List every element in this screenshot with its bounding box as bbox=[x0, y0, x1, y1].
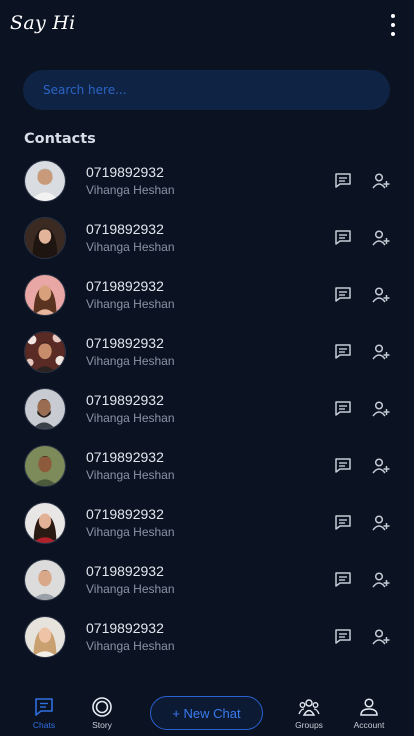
add-contact-icon[interactable] bbox=[371, 171, 391, 191]
bottom-nav: Chats Story + New Chat Groups Account bbox=[0, 688, 414, 736]
contact-phone: 0719892932 bbox=[86, 278, 164, 294]
add-contact-icon[interactable] bbox=[371, 285, 391, 305]
nav-chats-label: Chats bbox=[32, 720, 56, 730]
contact-row[interactable]: 0719892932 Vihanga Heshan bbox=[0, 215, 414, 272]
contact-phone: 0719892932 bbox=[86, 335, 164, 351]
contact-row[interactable]: 0719892932 Vihanga Heshan bbox=[0, 329, 414, 386]
message-icon[interactable] bbox=[333, 570, 353, 590]
avatar bbox=[24, 616, 66, 658]
contact-phone: 0719892932 bbox=[86, 620, 164, 636]
message-icon[interactable] bbox=[333, 456, 353, 476]
nav-account[interactable]: Account bbox=[347, 696, 391, 734]
new-chat-button[interactable]: + New Chat bbox=[150, 696, 263, 730]
contact-name: Vihanga Heshan bbox=[86, 639, 175, 653]
avatar bbox=[24, 445, 66, 487]
contact-phone: 0719892932 bbox=[86, 221, 164, 237]
nav-groups-label: Groups bbox=[295, 720, 323, 730]
search-input[interactable] bbox=[23, 70, 390, 110]
contact-row[interactable]: 0719892932 Vihanga Heshan bbox=[0, 500, 414, 557]
contact-row[interactable]: 0719892932 Vihanga Heshan bbox=[0, 557, 414, 614]
add-contact-icon[interactable] bbox=[371, 342, 391, 362]
story-icon bbox=[92, 697, 112, 717]
account-icon bbox=[360, 698, 378, 716]
add-contact-icon[interactable] bbox=[371, 570, 391, 590]
contact-row[interactable]: 0719892932 Vihanga Heshan bbox=[0, 272, 414, 329]
add-contact-icon[interactable] bbox=[371, 456, 391, 476]
add-contact-icon[interactable] bbox=[371, 513, 391, 533]
avatar bbox=[24, 559, 66, 601]
message-icon[interactable] bbox=[333, 627, 353, 647]
avatar bbox=[24, 331, 66, 373]
message-icon[interactable] bbox=[333, 228, 353, 248]
nav-groups[interactable]: Groups bbox=[287, 696, 331, 734]
more-menu-icon[interactable] bbox=[386, 14, 400, 36]
message-icon[interactable] bbox=[333, 399, 353, 419]
chat-icon bbox=[35, 698, 53, 716]
contact-name: Vihanga Heshan bbox=[86, 582, 175, 596]
contact-name: Vihanga Heshan bbox=[86, 240, 175, 254]
contact-row[interactable]: 0719892932 Vihanga Heshan bbox=[0, 158, 414, 215]
message-icon[interactable] bbox=[333, 285, 353, 305]
contact-row[interactable]: 0719892932 Vihanga Heshan bbox=[0, 386, 414, 443]
app-title: Say Hi bbox=[10, 12, 76, 34]
message-icon[interactable] bbox=[333, 342, 353, 362]
nav-account-label: Account bbox=[353, 720, 385, 730]
add-contact-icon[interactable] bbox=[371, 627, 391, 647]
contact-phone: 0719892932 bbox=[86, 506, 164, 522]
avatar bbox=[24, 160, 66, 202]
contact-name: Vihanga Heshan bbox=[86, 297, 175, 311]
contact-name: Vihanga Heshan bbox=[86, 468, 175, 482]
message-icon[interactable] bbox=[333, 513, 353, 533]
add-contact-icon[interactable] bbox=[371, 399, 391, 419]
contact-name: Vihanga Heshan bbox=[86, 525, 175, 539]
message-icon[interactable] bbox=[333, 171, 353, 191]
contact-name: Vihanga Heshan bbox=[86, 183, 175, 197]
nav-chats[interactable]: Chats bbox=[22, 696, 66, 734]
contacts-section-title: Contacts bbox=[24, 131, 96, 147]
contact-phone: 0719892932 bbox=[86, 563, 164, 579]
avatar bbox=[24, 217, 66, 259]
add-contact-icon[interactable] bbox=[371, 228, 391, 248]
contact-name: Vihanga Heshan bbox=[86, 354, 175, 368]
contact-row[interactable]: 0719892932 Vihanga Heshan bbox=[0, 614, 414, 671]
groups-icon bbox=[298, 699, 320, 716]
avatar bbox=[24, 388, 66, 430]
avatar bbox=[24, 502, 66, 544]
contact-name: Vihanga Heshan bbox=[86, 411, 175, 425]
contact-phone: 0719892932 bbox=[86, 164, 164, 180]
top-bar: Say Hi bbox=[0, 0, 414, 52]
nav-story[interactable]: Story bbox=[80, 696, 124, 734]
contacts-list: 0719892932 Vihanga Heshan 0719892932 Vih… bbox=[0, 158, 414, 671]
contact-row[interactable]: 0719892932 Vihanga Heshan bbox=[0, 443, 414, 500]
nav-story-label: Story bbox=[92, 720, 112, 730]
contact-phone: 0719892932 bbox=[86, 392, 164, 408]
avatar bbox=[24, 274, 66, 316]
contact-phone: 0719892932 bbox=[86, 449, 164, 465]
